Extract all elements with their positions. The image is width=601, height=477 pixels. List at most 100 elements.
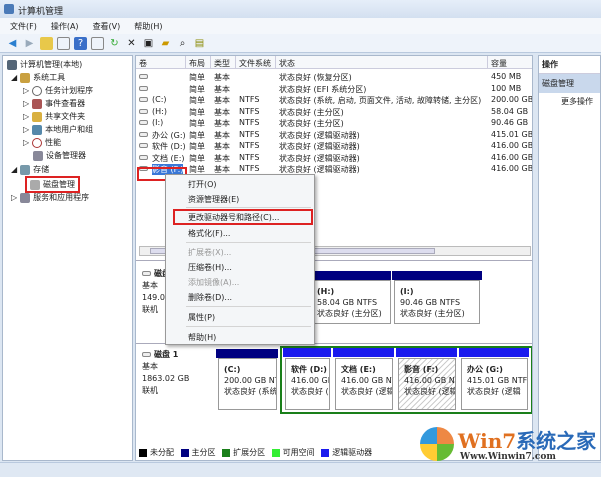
partition-status: 状态良好 (逻辑: [467, 387, 521, 396]
legend-item: 扩展分区: [218, 448, 265, 457]
services-icon: [20, 192, 31, 203]
drive-icon: [139, 74, 148, 79]
properties-icon[interactable]: ▣: [142, 37, 155, 50]
menu-change-drive-letter[interactable]: 更改驱动器号和路径(C)...: [188, 212, 279, 223]
table-row[interactable]: (I:) 简单 基本 NTFS 状态良好 (主分区) 90.46 GB: [136, 117, 532, 129]
help-icon[interactable]: ?: [74, 37, 87, 50]
partition[interactable]: 办公 (G:) 415.01 GB NTFS 状态良好 (逻辑: [461, 358, 528, 410]
tree-performance[interactable]: ▷ 性能: [23, 137, 61, 148]
menu-delete[interactable]: 删除卷(D)...: [188, 292, 232, 303]
column-filesystem[interactable]: 文件系统: [236, 56, 276, 69]
partition-h[interactable]: (H:) 58.04 GB NTFS 状态良好 (主分区): [311, 280, 391, 324]
partition[interactable]: 文档 (E:) 416.00 GB NTFS 状态良好 (逻辑: [335, 358, 393, 410]
column-volume[interactable]: 卷: [136, 56, 186, 69]
tree-device-manager[interactable]: 设备管理器: [33, 150, 86, 161]
tree-label: 磁盘管理: [43, 180, 75, 189]
up-folder-icon[interactable]: [40, 37, 53, 50]
tree-root[interactable]: 计算机管理(本地): [7, 59, 82, 70]
tree-label: 系统工具: [33, 73, 66, 82]
menu-file[interactable]: 文件(F): [10, 21, 37, 34]
menu-action[interactable]: 操作(A): [51, 21, 79, 34]
search-icon[interactable]: ⌕: [176, 37, 189, 50]
table-cell: NTFS: [239, 118, 260, 127]
refresh-icon[interactable]: ↻: [108, 37, 121, 50]
tree-services[interactable]: ▷ 服务和应用程序: [11, 192, 89, 203]
table-row[interactable]: 软件 (D:) 简单 基本 NTFS 状态良好 (逻辑驱动器) 416.00 GB: [136, 140, 532, 152]
table-cell: 200.00 GB: [491, 95, 533, 104]
table-cell: 简单: [189, 153, 205, 163]
table-cell: 100 MB: [491, 83, 522, 93]
tree-event-viewer[interactable]: ▷ 事件查看器: [23, 98, 85, 109]
tree-system-tools[interactable]: ◢ 系统工具: [11, 72, 65, 83]
menu-view[interactable]: 查看(V): [93, 21, 121, 34]
legend-item: 逻辑驱动器: [317, 448, 372, 457]
partition-size: 416.00 GB NTFS: [404, 376, 455, 385]
table-cell: 450 MB: [491, 72, 522, 81]
tree-local-users[interactable]: ▷ 本地用户和组: [23, 124, 93, 135]
table-cell: 416.00 GB: [491, 152, 533, 162]
table-row[interactable]: 简单 基本 状态良好 (恢复分区) 450 MB: [136, 71, 532, 83]
partition-i[interactable]: (I:) 90.46 GB NTFS 状态良好 (主分区): [394, 280, 480, 324]
legend-item: 可用空间: [268, 448, 315, 457]
table-cell: 58.04 GB: [491, 106, 529, 116]
partition-name: 软件 (D:): [291, 365, 327, 374]
tree-storage[interactable]: ◢ 存储: [11, 164, 49, 175]
menu-extend: 扩展卷(X)...: [188, 248, 232, 257]
table-cell: NTFS: [239, 152, 260, 162]
tree-label: 事件查看器: [45, 99, 86, 108]
menu-help[interactable]: 帮助(H): [134, 21, 162, 34]
menu-properties[interactable]: 属性(P): [188, 312, 215, 323]
menu-explorer[interactable]: 资源管理器(E): [188, 194, 239, 205]
partition-name: (I:): [400, 287, 414, 296]
partition-status: 状态良好 (逻辑: [291, 387, 329, 396]
partition[interactable]: 影音 (F:) 416.00 GB NTFS 状态良好 (逻辑: [398, 358, 456, 410]
actions-section[interactable]: 磁盘管理: [539, 74, 600, 93]
menu-open[interactable]: 打开(O): [188, 179, 217, 190]
tree-disk-management[interactable]: 磁盘管理: [25, 176, 80, 193]
partition-size: 415.01 GB NTFS: [467, 376, 528, 385]
menu-shrink[interactable]: 压缩卷(H)...: [188, 262, 232, 273]
column-type[interactable]: 类型: [211, 56, 236, 69]
column-capacity[interactable]: 容量: [488, 56, 532, 69]
delete-icon[interactable]: ✕: [125, 37, 138, 50]
disk-icon[interactable]: ▤: [193, 37, 206, 50]
menu-help[interactable]: 帮助(H): [188, 332, 216, 343]
table-row[interactable]: (H:) 简单 基本 NTFS 状态良好 (主分区) 58.04 GB: [136, 106, 532, 118]
context-menu: 打开(O) 资源管理器(E) 更改驱动器号和路径(C)... 格式化(F)...…: [165, 174, 315, 345]
table-cell: (C:): [152, 95, 167, 104]
table-row[interactable]: 办公 (G:) 简单 基本 NTFS 状态良好 (逻辑驱动器) 415.01 GB: [136, 129, 532, 141]
show-tree-icon[interactable]: [57, 37, 70, 50]
partition[interactable]: 软件 (D:) 416.00 GB NTFS 状态良好 (逻辑: [285, 358, 330, 410]
table-cell: 状态良好 (逻辑驱动器): [279, 153, 360, 163]
drive-icon: [139, 120, 148, 125]
drive-icon: [139, 143, 148, 148]
table-cell: 状态良好 (EFI 系统分区): [279, 84, 367, 94]
back-icon[interactable]: ◀: [6, 37, 19, 50]
table-row[interactable]: 文档 (E:) 简单 基本 NTFS 状态良好 (逻辑驱动器) 416.00 GB: [136, 152, 533, 164]
table-cell: 基本: [214, 107, 230, 117]
legend-label: 逻辑驱动器: [332, 448, 373, 457]
storage-icon: [20, 164, 31, 175]
table-row[interactable]: 简单 基本 状态良好 (EFI 系统分区) 100 MB: [136, 83, 532, 95]
action-pane-icon[interactable]: [91, 37, 104, 50]
table-row[interactable]: (C:) 简单 基本 NTFS 状态良好 (系统, 启动, 页面文件, 活动, 故障转储…: [136, 94, 533, 106]
legend-label: 主分区: [191, 448, 216, 457]
drive-icon: [139, 97, 148, 102]
table-cell: 基本: [214, 84, 230, 94]
partition[interactable]: (C:) 200.00 GB NTFS 状态良好 (系统: [218, 358, 277, 410]
computer-icon: [7, 59, 17, 70]
open-icon[interactable]: ▰: [159, 37, 172, 50]
tree-task-scheduler[interactable]: ▷ 任务计划程序: [23, 85, 93, 96]
menu-format[interactable]: 格式化(F)...: [188, 228, 230, 239]
tree-shared-folders[interactable]: ▷ 共享文件夹: [23, 111, 85, 122]
table-cell: 办公 (G:): [152, 130, 186, 140]
table-cell: 基本: [214, 153, 230, 163]
more-actions[interactable]: 更多操作: [539, 93, 600, 107]
disk1-info[interactable]: 磁盘 1 基本 1863.02 GB 联机: [142, 349, 189, 397]
windows-logo: [420, 427, 454, 461]
column-status[interactable]: 状态: [276, 56, 488, 69]
forward-icon[interactable]: ▶: [23, 37, 36, 50]
watermark: Win7系统之家 Www.Winwin7.com: [420, 425, 600, 465]
column-layout[interactable]: 布局: [186, 56, 211, 69]
drive-icon: [139, 108, 148, 114]
